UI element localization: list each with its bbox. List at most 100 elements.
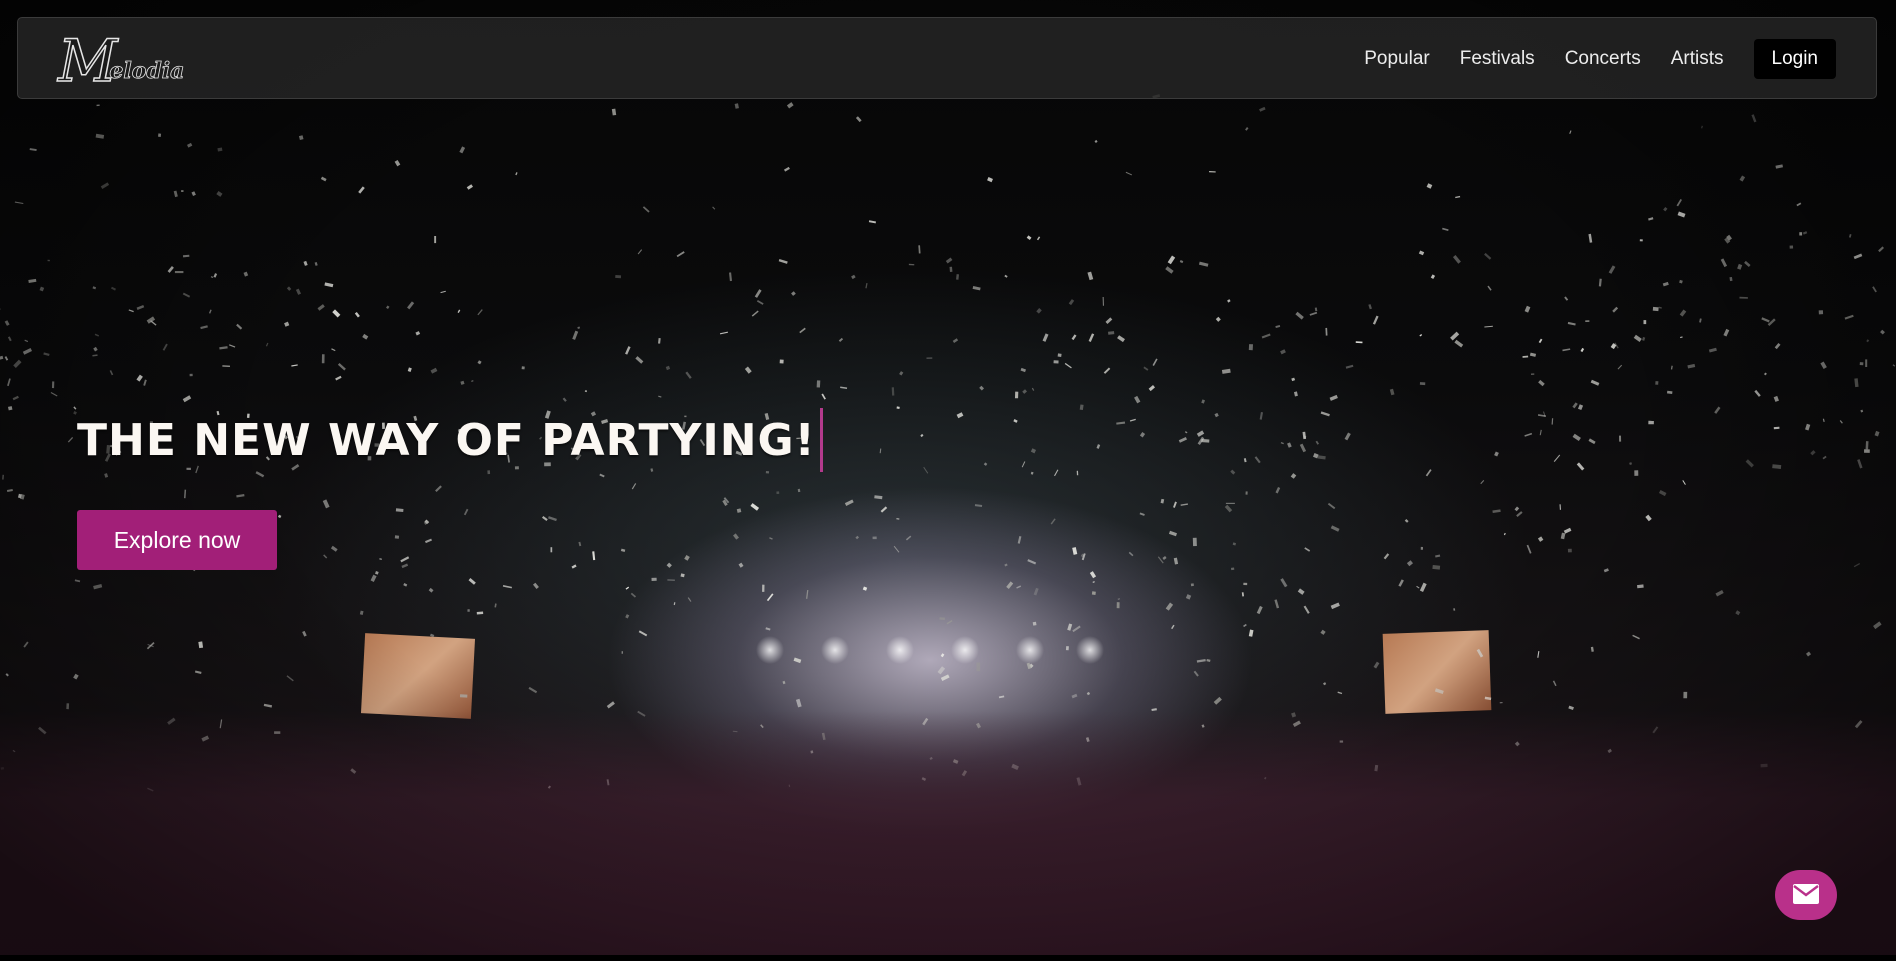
confetti-piece bbox=[1373, 661, 1380, 669]
confetti-piece bbox=[1524, 432, 1533, 437]
confetti-piece bbox=[1744, 260, 1751, 267]
confetti-piece bbox=[855, 116, 862, 123]
confetti-piece bbox=[1820, 361, 1827, 369]
confetti-piece bbox=[806, 589, 809, 599]
confetti-piece bbox=[213, 273, 218, 278]
confetti-piece bbox=[940, 653, 945, 658]
logo-initial: M bbox=[57, 27, 118, 95]
confetti-piece bbox=[1087, 271, 1094, 281]
confetti-piece bbox=[335, 375, 342, 381]
confetti-piece bbox=[28, 278, 37, 284]
confetti-piece bbox=[1866, 339, 1870, 343]
confetti-piece bbox=[1317, 455, 1326, 460]
confetti-piece bbox=[1241, 592, 1244, 597]
confetti-piece bbox=[1243, 458, 1247, 463]
confetti-piece bbox=[22, 348, 32, 355]
confetti-piece bbox=[1598, 278, 1602, 287]
confetti-piece bbox=[1297, 588, 1305, 595]
confetti-piece bbox=[1632, 634, 1640, 640]
confetti-piece bbox=[1184, 431, 1188, 434]
confetti-piece bbox=[712, 206, 716, 210]
confetti-piece bbox=[222, 365, 230, 367]
confetti-piece bbox=[354, 312, 360, 318]
confetti-piece bbox=[217, 147, 223, 152]
confetti-piece bbox=[1639, 239, 1643, 242]
confetti-piece bbox=[66, 703, 70, 710]
confetti-piece bbox=[1213, 696, 1222, 705]
confetti-piece bbox=[1330, 525, 1340, 532]
nav-link-festivals[interactable]: Festivals bbox=[1460, 48, 1535, 70]
confetti-piece bbox=[1261, 333, 1271, 339]
confetti-piece bbox=[1802, 231, 1808, 235]
confetti-piece bbox=[1634, 470, 1639, 476]
confetti-piece bbox=[93, 584, 103, 590]
confetti-piece bbox=[1419, 334, 1423, 337]
confetti-piece bbox=[793, 657, 802, 664]
confetti-piece bbox=[1679, 309, 1687, 317]
confetti-piece bbox=[1857, 459, 1863, 469]
confetti-piece bbox=[851, 274, 856, 280]
confetti-piece bbox=[440, 290, 446, 294]
confetti-piece bbox=[1173, 501, 1177, 508]
confetti-piece bbox=[528, 686, 538, 694]
confetti-piece bbox=[434, 236, 437, 244]
confetti-piece bbox=[1303, 605, 1310, 614]
confetti-piece bbox=[1160, 498, 1165, 504]
confetti-piece bbox=[658, 395, 662, 398]
confetti-piece bbox=[754, 289, 762, 298]
confetti-piece bbox=[415, 331, 421, 336]
confetti-piece bbox=[896, 518, 900, 520]
confetti-piece bbox=[1563, 527, 1572, 534]
confetti-piece bbox=[1492, 509, 1501, 514]
confetti-piece bbox=[1017, 536, 1022, 544]
confetti-piece bbox=[14, 201, 24, 205]
confetti-piece bbox=[100, 182, 110, 189]
confetti-piece bbox=[167, 266, 174, 273]
confetti-piece bbox=[104, 473, 109, 478]
confetti-piece bbox=[1810, 450, 1816, 456]
confetti-piece bbox=[47, 259, 50, 262]
brand-logo[interactable]: M elodia bbox=[57, 27, 198, 95]
confetti-piece bbox=[791, 291, 796, 296]
confetti-piece bbox=[1072, 547, 1078, 555]
logo-wordmark: elodia bbox=[109, 58, 185, 85]
confetti-piece bbox=[976, 662, 981, 672]
confetti-piece bbox=[73, 673, 79, 680]
confetti-piece bbox=[1763, 372, 1767, 376]
nav-link-popular[interactable]: Popular bbox=[1364, 48, 1430, 70]
confetti-piece bbox=[1526, 544, 1532, 554]
nav-link-concerts[interactable]: Concerts bbox=[1565, 48, 1641, 70]
login-button[interactable]: Login bbox=[1753, 39, 1836, 79]
explore-now-button[interactable]: Explore now bbox=[77, 510, 277, 570]
confetti-piece bbox=[1714, 406, 1721, 414]
nav-link-artists[interactable]: Artists bbox=[1671, 48, 1724, 70]
confetti-piece bbox=[949, 266, 953, 272]
confetti-piece bbox=[625, 586, 630, 590]
confetti-piece bbox=[680, 573, 685, 578]
confetti-piece bbox=[265, 342, 269, 347]
confetti-piece bbox=[1030, 448, 1037, 454]
contact-button[interactable] bbox=[1775, 870, 1837, 920]
confetti-piece bbox=[918, 245, 921, 254]
confetti-piece bbox=[1648, 420, 1654, 425]
confetti-piece bbox=[1108, 331, 1115, 335]
confetti-piece bbox=[1128, 551, 1134, 557]
confetti-piece bbox=[1325, 327, 1328, 336]
confetti-piece bbox=[143, 379, 147, 386]
confetti-piece bbox=[1057, 353, 1062, 357]
confetti-piece bbox=[926, 357, 933, 359]
confetti-piece bbox=[923, 466, 929, 474]
confetti-piece bbox=[1435, 554, 1441, 558]
confetti-piece bbox=[1590, 379, 1600, 386]
confetti-piece bbox=[1254, 456, 1261, 464]
confetti-piece bbox=[952, 338, 959, 344]
confetti-piece bbox=[1323, 682, 1327, 686]
confetti-piece bbox=[1679, 279, 1683, 284]
confetti-piece bbox=[1774, 342, 1781, 350]
confetti-piece bbox=[1683, 691, 1688, 699]
confetti-piece bbox=[362, 333, 369, 340]
confetti-piece bbox=[1355, 341, 1363, 344]
confetti-piece bbox=[1633, 334, 1642, 342]
hero-headline-wrap: THE NEW WAY OF PARTYING! bbox=[77, 408, 823, 472]
confetti-piece bbox=[1874, 430, 1880, 437]
